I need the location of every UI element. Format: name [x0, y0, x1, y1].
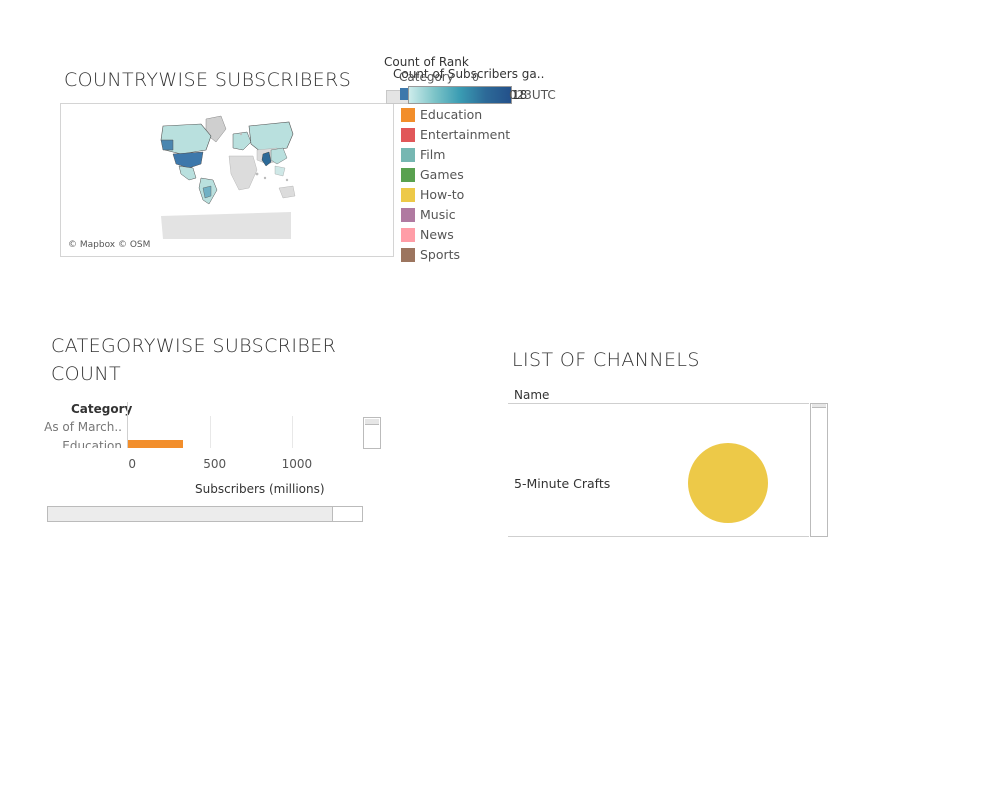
- channels-title: LIST OF CHANNELS: [512, 349, 700, 371]
- channels-vertical-scroll-thumb[interactable]: [812, 404, 826, 408]
- chart-horizontal-scroll-thumb[interactable]: [48, 507, 333, 521]
- world-map[interactable]: © Mapbox © OSM: [60, 103, 394, 257]
- legend-category-title: Category: [399, 70, 454, 84]
- bar-row-header: Category: [71, 402, 133, 416]
- bar-tick-label: 0: [128, 457, 137, 471]
- channel-name: 5-Minute Crafts: [514, 476, 611, 491]
- bar-row-label: As of March..: [44, 420, 122, 434]
- subscribers-colorbar[interactable]: [408, 86, 512, 104]
- categorywise-title-line1: CATEGORYWISE SUBSCRIBER: [51, 335, 337, 357]
- colorbar-max-label: 18: [512, 88, 528, 102]
- channels-bottom-divider: [508, 536, 809, 537]
- map-region-europe: [232, 131, 252, 151]
- channel-row[interactable]: 5-Minute Crafts: [508, 404, 808, 536]
- map-region-usa: [172, 151, 204, 169]
- legend-label: Games: [420, 167, 464, 182]
- legend-label: Music: [420, 207, 456, 222]
- map-region-se-asia: [274, 165, 286, 177]
- chart-vertical-scrollbar[interactable]: [363, 417, 381, 449]
- categorywise-title-line2: COUNT: [51, 363, 121, 385]
- legend-label: Sports: [420, 247, 461, 262]
- legend-label: Entertainment: [420, 127, 511, 142]
- map-region-russia: [248, 121, 294, 153]
- channels-vertical-scrollbar[interactable]: [810, 403, 828, 537]
- legend-swatch: [401, 168, 415, 182]
- legend-swatch: [401, 128, 415, 142]
- bar-plot-area: [128, 416, 360, 448]
- colorbar-min-label: 0: [472, 71, 479, 84]
- world-map-svg[interactable]: [61, 104, 393, 256]
- map-region-alaska: [160, 139, 174, 151]
- legend-swatch: [401, 208, 415, 222]
- bar-gridline: [210, 416, 211, 448]
- channels-column-header: Name: [514, 388, 550, 402]
- chart-horizontal-scrollbar[interactable]: [47, 506, 363, 522]
- bar-row-labels: As of March.. Education: [40, 418, 128, 448]
- legend-swatch: [401, 108, 415, 122]
- bar-axis-title: Subscribers (millions): [195, 482, 325, 496]
- legend-label: How-to: [420, 187, 465, 202]
- chart-vertical-scroll-thumb[interactable]: [365, 419, 379, 425]
- map-attribution: © Mapbox © OSM: [68, 240, 151, 250]
- countrywise-title: COUNTRYWISE SUBSCRIBERS: [64, 69, 352, 91]
- bar-education[interactable]: [128, 440, 183, 448]
- channel-subscriber-circle[interactable]: [688, 443, 768, 523]
- bar-gridline: [292, 416, 293, 448]
- map-region-antarctica: [161, 212, 291, 239]
- bar-row-label: Education: [62, 439, 122, 448]
- legend-label: Education: [420, 107, 483, 122]
- legend-label: Film: [420, 147, 446, 162]
- legend-label: News: [420, 227, 454, 242]
- bar-tick-label: 1000: [281, 457, 313, 471]
- legend-swatch: [401, 148, 415, 162]
- legend-swatch: [401, 248, 415, 262]
- map-region-africa: [228, 155, 258, 191]
- map-region-mexico: [178, 165, 197, 181]
- map-region-china: [270, 147, 288, 165]
- legend-swatch: [401, 228, 415, 242]
- map-region-australia: [278, 185, 296, 199]
- bar-tick-label: 500: [203, 457, 227, 471]
- legend-swatch: [401, 188, 415, 202]
